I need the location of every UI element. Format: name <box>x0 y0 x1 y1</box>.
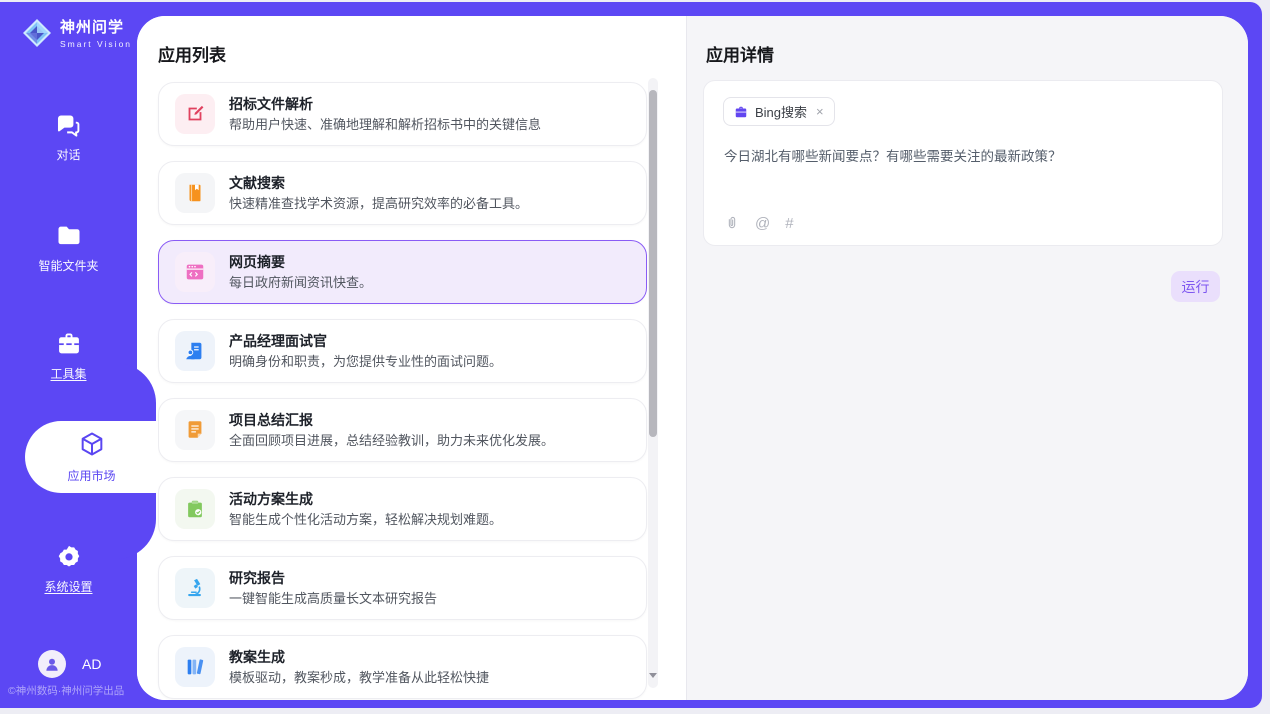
sidebar-item-toolset[interactable]: 工具集 <box>0 330 137 382</box>
paperclip-icon[interactable] <box>724 216 740 232</box>
browser-icon <box>175 252 215 292</box>
app-detail-panel: 应用详情 Bing搜索 × 今日湖北有哪些新闻要点？有哪些需要关注的最新政策？ … <box>686 16 1248 700</box>
sidebar-item-chat[interactable]: 对话 <box>0 112 137 163</box>
brand-logo: 神州问学 Smart Vision <box>22 16 132 49</box>
app-card-desc: 一键智能生成高质量长文本研究报告 <box>229 591 437 607</box>
app-card-desc: 明确身份和职责，为您提供专业性的面试问题。 <box>229 354 502 370</box>
user-name: AD <box>82 656 101 672</box>
interviewer-icon <box>175 331 215 371</box>
app-window: 应用列表 招标文件解析 帮助用户快速、准确地理解和解析招标书中的关键信息 <box>0 2 1262 708</box>
card-text: 项目总结汇报 全面回顾项目进展，总结经验教训，助力未来优化发展。 <box>229 412 554 449</box>
app-card-desc: 帮助用户快速、准确地理解和解析招标书中的关键信息 <box>229 117 541 133</box>
app-card-title: 产品经理面试官 <box>229 333 502 350</box>
app-card-literature-search[interactable]: 文献搜索 快速精准查找学术资源，提高研究效率的必备工具。 <box>158 161 647 225</box>
book-icon <box>175 173 215 213</box>
app-card-desc: 快速精准查找学术资源，提高研究效率的必备工具。 <box>229 196 528 212</box>
sidebar: 神州问学 Smart Vision 对话 智能文件夹 工具集 <box>0 2 137 708</box>
app-card-title: 文献搜索 <box>229 175 528 192</box>
user-account[interactable]: AD <box>38 650 101 678</box>
list-scrollbar[interactable] <box>648 78 658 688</box>
briefcase-icon <box>734 105 748 119</box>
tool-tag-label: Bing搜索 <box>755 102 807 121</box>
close-icon[interactable]: × <box>816 104 824 119</box>
app-card-desc: 每日政府新闻资讯快查。 <box>229 275 372 291</box>
app-card-title: 研究报告 <box>229 570 437 587</box>
app-card-research-report[interactable]: 研究报告 一键智能生成高质量长文本研究报告 <box>158 556 647 620</box>
mention-at-icon[interactable]: @ <box>755 216 770 232</box>
diamond-logo-icon <box>22 18 52 48</box>
pen-square-icon <box>175 94 215 134</box>
brand-subtitle: Smart Vision <box>60 39 132 49</box>
app-card-pm-interviewer[interactable]: 产品经理面试官 明确身份和职责，为您提供专业性的面试问题。 <box>158 319 647 383</box>
sidebar-item-label: 对话 <box>0 146 137 163</box>
avatar <box>38 650 66 678</box>
tool-tag-bing-search[interactable]: Bing搜索 × <box>723 97 835 126</box>
hashtag-icon[interactable]: # <box>785 216 793 232</box>
chat-bubbles-icon <box>0 112 137 139</box>
app-detail-title: 应用详情 <box>706 41 774 66</box>
app-card-title: 教案生成 <box>229 649 489 666</box>
app-list-panel: 应用列表 招标文件解析 帮助用户快速、准确地理解和解析招标书中的关键信息 <box>137 16 686 700</box>
app-card-title: 活动方案生成 <box>229 491 502 508</box>
note-icon <box>175 410 215 450</box>
app-card-lesson-plan[interactable]: 教案生成 模板驱动，教案秒成，教学准备从此轻松快捷 <box>158 635 647 699</box>
app-card-event-plan[interactable]: 活动方案生成 智能生成个性化活动方案，轻松解决规划难题。 <box>158 477 647 541</box>
main-content: 应用列表 招标文件解析 帮助用户快速、准确地理解和解析招标书中的关键信息 <box>137 16 1248 700</box>
sidebar-item-label: 智能文件夹 <box>0 257 137 274</box>
sidebar-item-label: 系统设置 <box>0 578 137 595</box>
books-icon <box>175 647 215 687</box>
card-text: 产品经理面试官 明确身份和职责，为您提供专业性的面试问题。 <box>229 333 502 370</box>
brand-name: 神州问学 <box>60 16 132 37</box>
app-card-desc: 模板驱动，教案秒成，教学准备从此轻松快捷 <box>229 670 489 686</box>
app-card-bid-parse[interactable]: 招标文件解析 帮助用户快速、准确地理解和解析招标书中的关键信息 <box>158 82 647 146</box>
app-card-desc: 全面回顾项目进展，总结经验教训，助力未来优化发展。 <box>229 433 554 449</box>
app-card-title: 招标文件解析 <box>229 96 541 113</box>
app-card-desc: 智能生成个性化活动方案，轻松解决规划难题。 <box>229 512 502 528</box>
app-card-project-summary[interactable]: 项目总结汇报 全面回顾项目进展，总结经验教训，助力未来优化发展。 <box>158 398 647 462</box>
run-button[interactable]: 运行 <box>1171 271 1220 302</box>
copyright-footer: ©神州数码·神州问学出品 <box>8 683 137 698</box>
card-text: 招标文件解析 帮助用户快速、准确地理解和解析招标书中的关键信息 <box>229 96 541 133</box>
sidebar-item-label: 工具集 <box>0 365 137 382</box>
folder-icon <box>0 222 137 250</box>
scrollbar-thumb[interactable] <box>649 90 657 437</box>
sidebar-item-settings[interactable]: 系统设置 <box>0 543 137 595</box>
card-text: 文献搜索 快速精准查找学术资源，提高研究效率的必备工具。 <box>229 175 528 212</box>
gear-icon <box>0 543 137 571</box>
toolbox-icon <box>0 330 137 358</box>
card-text: 活动方案生成 智能生成个性化活动方案，轻松解决规划难题。 <box>229 491 502 528</box>
app-card-title: 项目总结汇报 <box>229 412 554 429</box>
app-card-title: 网页摘要 <box>229 254 372 271</box>
scroll-up-icon[interactable] <box>649 80 657 88</box>
app-list-title: 应用列表 <box>158 41 226 66</box>
query-card[interactable]: Bing搜索 × 今日湖北有哪些新闻要点？有哪些需要关注的最新政策？ @ # <box>703 80 1223 246</box>
brand-text: 神州问学 Smart Vision <box>60 16 132 49</box>
card-text: 网页摘要 每日政府新闻资讯快查。 <box>229 254 372 291</box>
query-text[interactable]: 今日湖北有哪些新闻要点？有哪些需要关注的最新政策？ <box>724 147 1202 166</box>
sidebar-item-smart-folder[interactable]: 智能文件夹 <box>0 222 137 274</box>
microscope-icon <box>175 568 215 608</box>
scroll-down-icon[interactable] <box>649 678 657 686</box>
card-text: 教案生成 模板驱动，教案秒成，教学准备从此轻松快捷 <box>229 649 489 686</box>
clipboard-check-icon <box>175 489 215 529</box>
app-card-web-summary[interactable]: 网页摘要 每日政府新闻资讯快查。 <box>158 240 647 304</box>
attach-toolbar: @ # <box>724 216 794 232</box>
app-card-list: 招标文件解析 帮助用户快速、准确地理解和解析招标书中的关键信息 文献搜索 快速精… <box>158 82 647 699</box>
card-text: 研究报告 一键智能生成高质量长文本研究报告 <box>229 570 437 607</box>
